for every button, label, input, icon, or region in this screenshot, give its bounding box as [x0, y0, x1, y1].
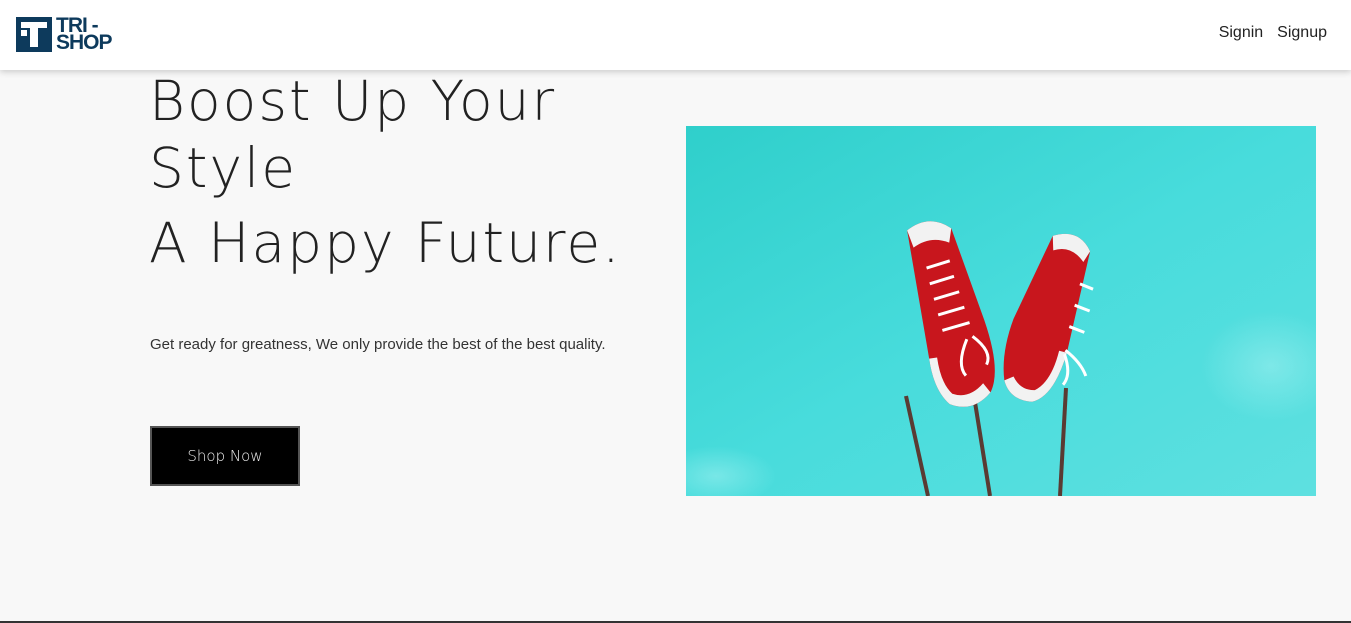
hero-title-line1: Boost Up Your: [149, 69, 557, 133]
nav-links: Signin Signup: [1219, 24, 1327, 42]
signin-link[interactable]: Signin: [1219, 24, 1263, 42]
sneakers-illustration: [686, 126, 1316, 496]
hero-title-line3: A Happy Future.: [149, 211, 622, 275]
hero-image: [686, 126, 1316, 496]
brand-logo[interactable]: TRI - SHOP: [16, 15, 113, 54]
brand-name-line2: SHOP: [56, 31, 113, 54]
signup-link[interactable]: Signup: [1277, 24, 1327, 42]
hero-subtitle: Get ready for greatness, We only provide…: [150, 336, 606, 353]
hero-title-line2: Style: [149, 136, 298, 200]
shop-now-button[interactable]: Shop Now: [150, 426, 300, 486]
navbar: TRI - SHOP Signin Signup: [0, 0, 1351, 70]
hero-title: Boost Up Your Style A Happy Future.: [149, 68, 669, 277]
brand-name: TRI - SHOP: [56, 15, 113, 54]
logo-mark-icon: [16, 17, 52, 52]
